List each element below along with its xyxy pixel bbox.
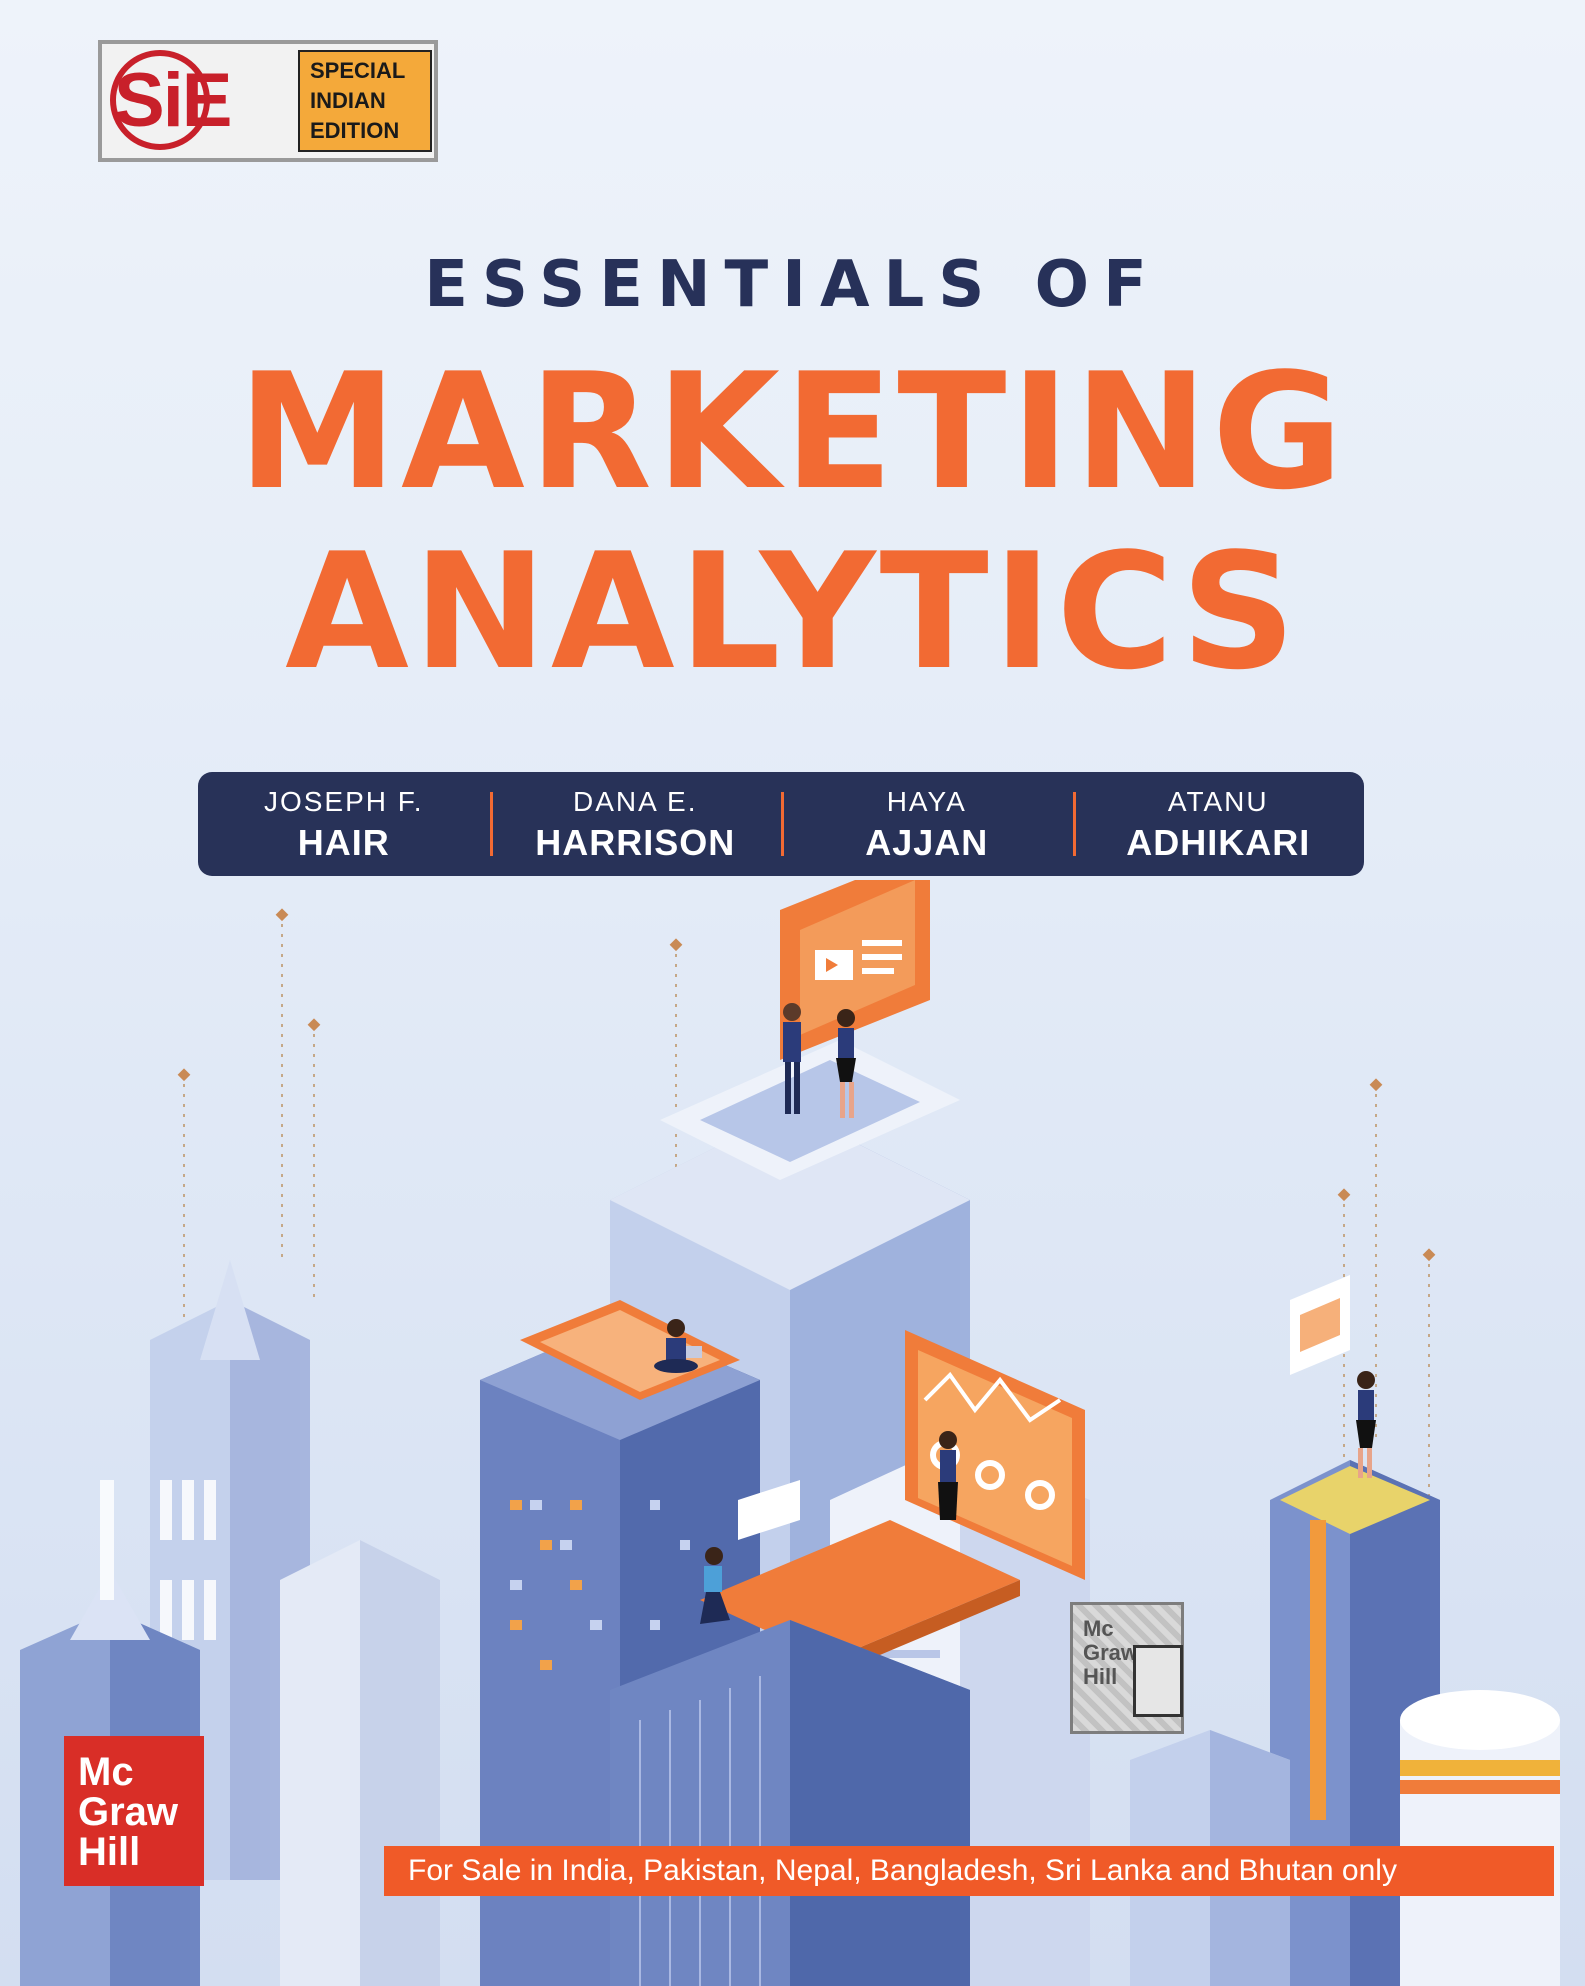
author-4: ATANU ADHIKARI — [1072, 772, 1365, 876]
hologram-line-1: Mc — [1083, 1616, 1114, 1641]
badge-line-1: SPECIAL — [310, 58, 406, 83]
publisher-logo: Mc Graw Hill — [64, 1736, 204, 1886]
special-edition-label: SPECIAL INDIAN EDITION — [298, 50, 432, 152]
author-first-name: DANA E. — [573, 786, 698, 817]
author-last-name: ADHIKARI — [1126, 822, 1311, 863]
sale-territory-notice: For Sale in India, Pakistan, Nepal, Bang… — [384, 1846, 1554, 1896]
author-last-name: AJJAN — [865, 822, 989, 863]
badge-line-2: INDIAN — [310, 88, 386, 113]
author-bar: JOSEPH F. HAIR DANA E. HARRISON HAYA AJJ… — [198, 772, 1364, 876]
hologram-inner-box — [1133, 1645, 1183, 1717]
title-main-line-1: MARKETING — [237, 338, 1348, 525]
publisher-line-2: Graw — [78, 1790, 179, 1834]
hologram-line-2: Graw — [1083, 1640, 1139, 1665]
book-cover: SiE SPECIAL INDIAN EDITION ESSENTIALS OF… — [0, 0, 1585, 1986]
special-edition-badge: SiE SPECIAL INDIAN EDITION — [98, 40, 438, 162]
author-3: HAYA AJJAN — [781, 772, 1073, 876]
cylinder-building — [1400, 1690, 1560, 1986]
author-last-name: HAIR — [297, 822, 390, 863]
author-1: JOSEPH F. HAIR — [198, 772, 490, 876]
publisher-line-3: Hill — [78, 1830, 141, 1874]
sie-logo: SiE — [114, 54, 290, 148]
author-2: DANA E. HARRISON — [489, 772, 782, 876]
building-front — [610, 1620, 970, 1986]
title-prefix: ESSENTIALS OF — [424, 248, 1161, 322]
title-main-line-2: ANALYTICS — [285, 518, 1300, 705]
laptop-platform — [660, 880, 960, 1180]
publisher-line-1: Mc — [78, 1750, 134, 1794]
author-first-name: JOSEPH F. — [263, 786, 424, 817]
building-left-white — [280, 1540, 440, 1986]
hologram-text: Mc Graw Hill — [1083, 1617, 1138, 1689]
hologram-sticker: Mc Graw Hill — [1070, 1602, 1184, 1734]
author-first-name: ATANU — [1167, 786, 1269, 817]
isometric-city-illustration — [20, 880, 1560, 1986]
author-first-name: HAYA — [886, 786, 967, 817]
badge-line-3: EDITION — [310, 118, 400, 143]
sie-logo-text: SiE — [114, 58, 232, 143]
hologram-line-3: Hill — [1083, 1664, 1118, 1689]
author-last-name: HARRISON — [535, 822, 736, 863]
